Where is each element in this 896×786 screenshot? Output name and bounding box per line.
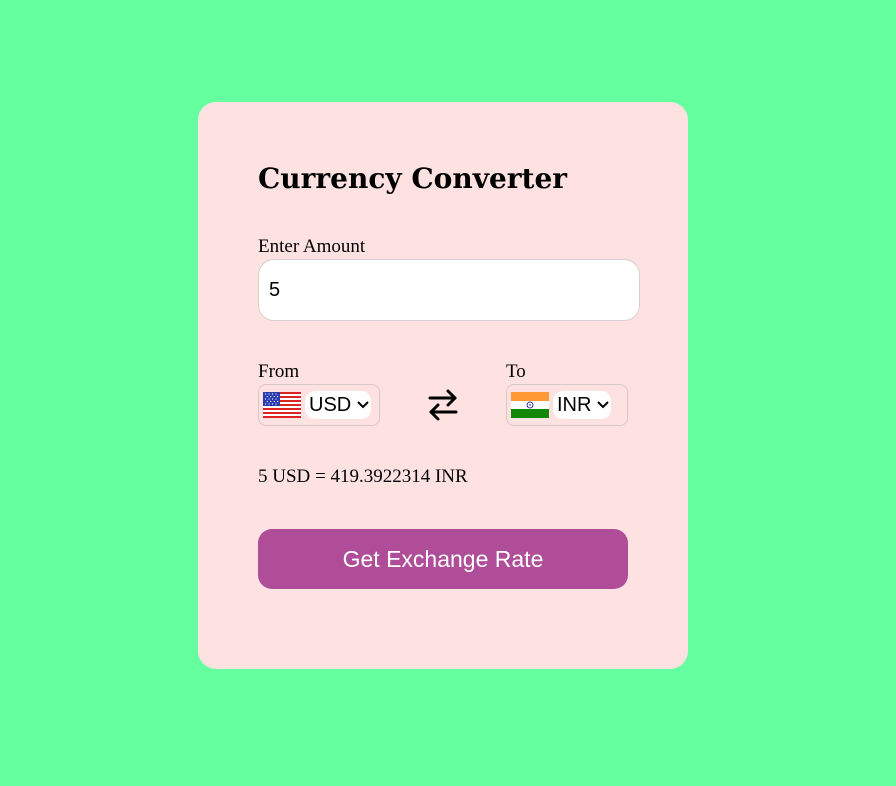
to-label: To — [506, 361, 526, 382]
chevron-down-icon — [597, 401, 610, 409]
from-label: From — [258, 361, 300, 382]
to-currency-code: INR — [557, 393, 592, 416]
from-currency-select[interactable]: USD — [258, 384, 380, 426]
converter-card: Currency Converter Enter Amount From USD — [198, 102, 688, 669]
page-title: Currency Converter — [258, 162, 568, 195]
from-currency-code: USD — [309, 393, 352, 416]
chevron-down-icon — [357, 401, 369, 409]
india-flag-icon — [511, 392, 549, 418]
amount-input[interactable] — [258, 259, 640, 321]
us-flag-icon — [263, 392, 301, 418]
get-exchange-rate-button[interactable]: Get Exchange Rate — [258, 529, 628, 589]
from-currency-value[interactable]: USD — [305, 391, 372, 419]
exchange-result: 5 USD = 419.3922314 INR — [258, 466, 468, 487]
to-currency-value[interactable]: INR — [553, 391, 612, 419]
swap-arrows-icon[interactable] — [426, 386, 460, 422]
to-currency-select[interactable]: INR — [506, 384, 628, 426]
amount-label: Enter Amount — [258, 236, 366, 257]
